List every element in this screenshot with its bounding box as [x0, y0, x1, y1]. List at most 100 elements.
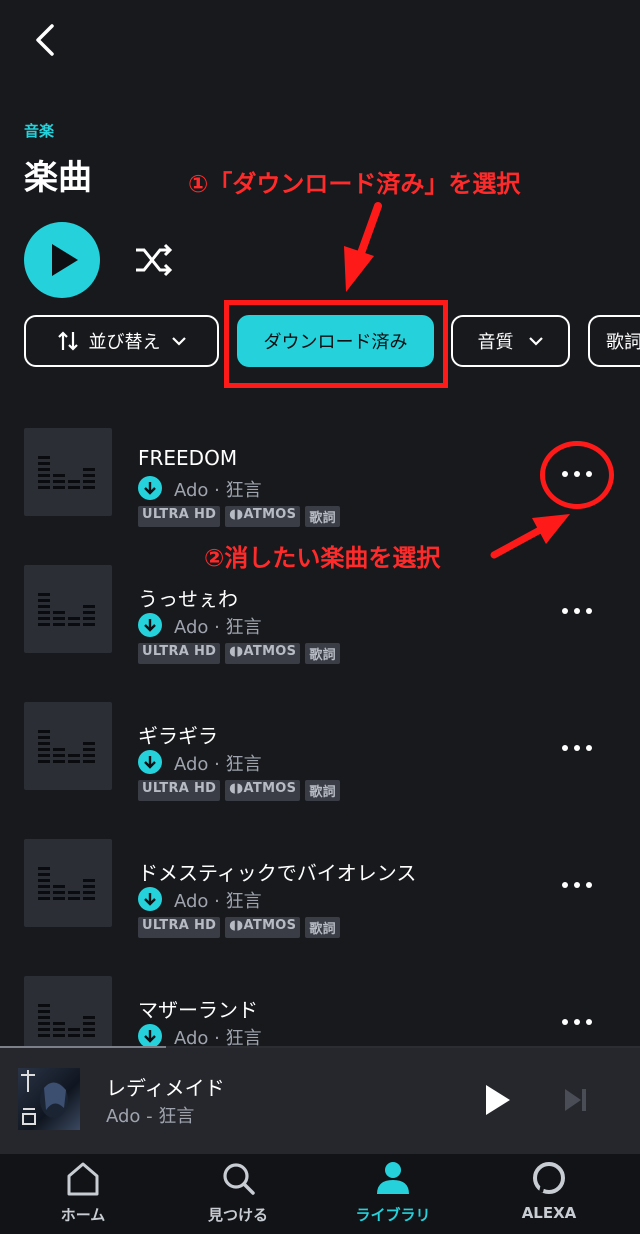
more-options-button[interactable] — [560, 875, 594, 888]
badge-label: 歌詞 — [309, 648, 336, 663]
album-art-image — [21, 1070, 68, 1125]
quality-badge: ULTRA HD — [138, 780, 221, 801]
skip-next-button[interactable] — [562, 1086, 590, 1114]
dolby-icon: ◖◗ — [229, 507, 244, 522]
downloaded-icon — [138, 887, 162, 911]
equalizer-placeholder-icon — [38, 456, 95, 489]
badge-label: 歌詞 — [309, 511, 336, 526]
track-title: ドメスティックでバイオレンス — [138, 861, 417, 885]
now-playing-artwork — [18, 1068, 80, 1130]
nav-library[interactable]: ライブラリ — [323, 1154, 463, 1234]
dolby-icon: ◖◗ — [229, 644, 244, 659]
category-label: 音楽 — [24, 122, 55, 140]
downloaded-icon — [138, 1024, 162, 1048]
nav-discover[interactable]: 見つける — [168, 1154, 308, 1234]
shuffle-button[interactable] — [134, 242, 174, 278]
nav-home-label: ホーム — [60, 1206, 106, 1224]
annotation-step2: ②消したい楽曲を選択 — [204, 544, 441, 572]
badge-label: ATMOS — [243, 918, 297, 933]
chevron-left-icon — [36, 24, 54, 56]
mini-play-button[interactable] — [480, 1082, 514, 1118]
sort-chip-label: 並び替え — [88, 332, 161, 353]
annotation-highlight-circle — [540, 441, 614, 509]
track-title: うっせぇわ — [138, 587, 238, 611]
chevron-down-icon — [528, 337, 543, 346]
more-dots-icon — [562, 882, 592, 888]
downloaded-icon — [138, 613, 162, 637]
track-row[interactable]: ギラギラ Ado · 狂言 ULTRA HD ◖◗ATMOS 歌詞 — [0, 702, 640, 802]
badge-label: ULTRA HD — [142, 918, 217, 933]
quality-badge: ULTRA HD — [138, 643, 221, 664]
equalizer-placeholder-icon — [38, 867, 95, 900]
search-icon — [223, 1163, 255, 1195]
downloaded-icon — [138, 476, 162, 500]
quality-chip-label: 音質 — [477, 332, 514, 353]
more-dots-icon — [562, 1019, 592, 1025]
more-dots-icon — [562, 745, 592, 751]
play-icon — [486, 1085, 510, 1115]
track-artwork — [24, 702, 112, 790]
mini-player[interactable]: レディメイド Ado - 狂言 — [0, 1048, 640, 1154]
track-title: FREEDOM — [138, 446, 238, 470]
library-person-icon — [377, 1162, 409, 1194]
track-artwork — [24, 428, 112, 516]
equalizer-placeholder-icon — [38, 593, 95, 626]
track-artwork — [24, 839, 112, 927]
quality-badge: ◖◗ATMOS — [225, 917, 301, 938]
more-options-button[interactable] — [560, 738, 594, 751]
quality-chip[interactable]: 音質 — [451, 315, 570, 367]
nav-library-label: ライブラリ — [355, 1206, 431, 1224]
sort-chip[interactable]: 並び替え — [24, 315, 219, 367]
badge-row: ULTRA HD ◖◗ATMOS 歌詞 — [138, 506, 340, 527]
track-artwork — [24, 565, 112, 653]
dolby-icon: ◖◗ — [229, 918, 244, 933]
home-icon — [67, 1162, 99, 1196]
chevron-down-icon — [171, 337, 186, 346]
alexa-icon — [533, 1162, 565, 1194]
badge-label: ULTRA HD — [142, 781, 217, 796]
lyrics-chip-label: 歌詞 — [606, 332, 640, 353]
nav-alexa-label: ALEXA — [521, 1204, 577, 1222]
badge-row: ULTRA HD ◖◗ATMOS 歌詞 — [138, 643, 340, 664]
badge-label: ATMOS — [243, 507, 297, 522]
badge-label: ULTRA HD — [142, 507, 217, 522]
page-title: 楽曲 — [24, 158, 92, 198]
badge-label: ATMOS — [243, 644, 297, 659]
quality-badge: 歌詞 — [305, 643, 340, 664]
quality-badge: ULTRA HD — [138, 917, 221, 938]
more-options-button[interactable] — [560, 601, 594, 614]
badge-label: 歌詞 — [309, 922, 336, 937]
badge-label: 歌詞 — [309, 785, 336, 800]
equalizer-placeholder-icon — [38, 730, 95, 763]
badge-row: ULTRA HD ◖◗ATMOS 歌詞 — [138, 917, 340, 938]
track-meta: Ado · 狂言 — [174, 754, 262, 775]
lyrics-chip[interactable]: 歌詞 — [588, 315, 640, 367]
quality-badge: ULTRA HD — [138, 506, 221, 527]
nav-home[interactable]: ホーム — [13, 1154, 153, 1234]
play-icon — [52, 244, 78, 276]
quality-badge: 歌詞 — [305, 780, 340, 801]
quality-badge: ◖◗ATMOS — [225, 506, 301, 527]
nav-alexa[interactable]: ALEXA — [479, 1154, 619, 1234]
downloaded-icon — [138, 750, 162, 774]
track-row[interactable]: ドメスティックでバイオレンス Ado · 狂言 ULTRA HD ◖◗ATMOS 歌詞 — [0, 839, 640, 939]
track-meta: Ado · 狂言 — [174, 891, 262, 912]
back-button[interactable] — [22, 18, 70, 66]
badge-label: ULTRA HD — [142, 644, 217, 659]
equalizer-placeholder-icon — [38, 1004, 95, 1037]
track-row[interactable]: うっせぇわ Ado · 狂言 ULTRA HD ◖◗ATMOS 歌詞 — [0, 565, 640, 665]
more-dots-icon — [562, 608, 592, 614]
annotation-step1: ①「ダウンロード済み」を選択 — [188, 170, 521, 198]
track-meta: Ado · 狂言 — [174, 617, 262, 638]
nav-discover-label: 見つける — [207, 1206, 268, 1224]
badge-row: ULTRA HD ◖◗ATMOS 歌詞 — [138, 780, 340, 801]
track-title: マザーランド — [138, 998, 258, 1022]
track-title: ギラギラ — [138, 724, 218, 748]
play-all-button[interactable] — [24, 222, 100, 298]
shuffle-icon — [136, 243, 173, 277]
more-options-button[interactable] — [560, 1012, 594, 1025]
badge-label: ATMOS — [243, 781, 297, 796]
sort-arrows-icon — [57, 331, 78, 351]
track-meta: Ado · 狂言 — [174, 480, 262, 501]
bottom-nav: ホーム 見つける ライブラリ ALEXA — [0, 1154, 640, 1234]
